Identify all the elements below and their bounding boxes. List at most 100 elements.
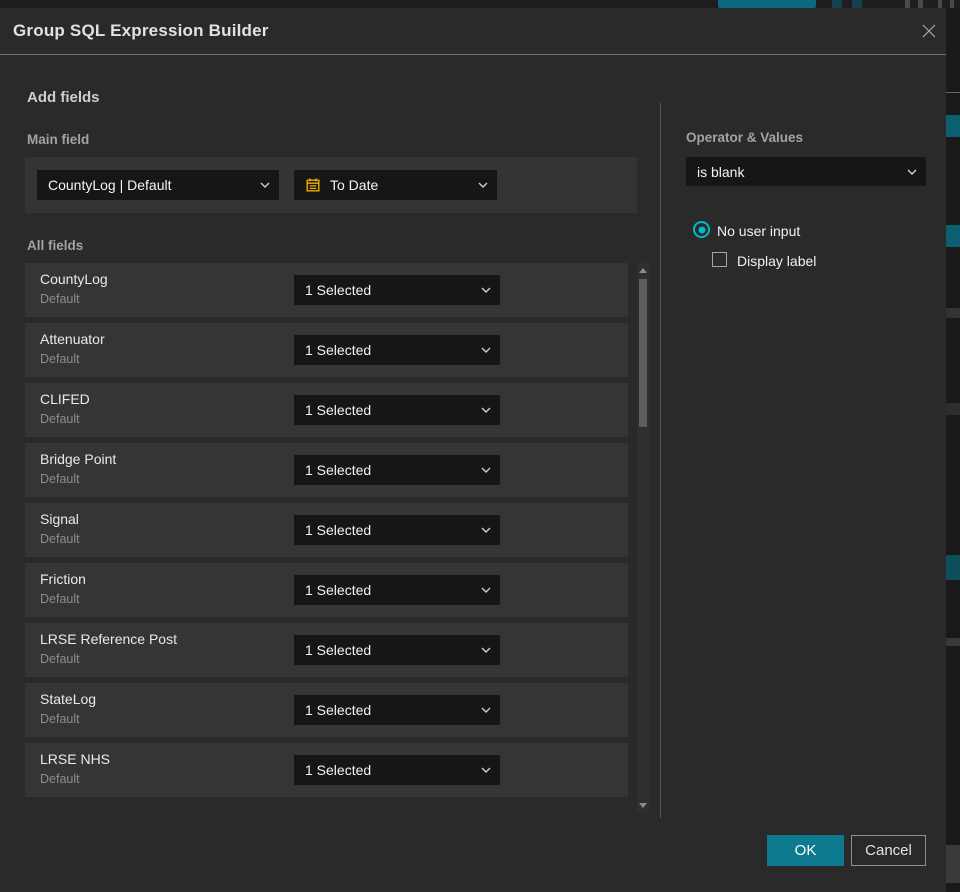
field-row: Attenuator Default 1 Selected	[25, 323, 628, 377]
field-selection-value: 1 Selected	[305, 462, 372, 478]
background-fragment	[946, 845, 960, 883]
chevron-down-icon	[481, 287, 491, 293]
background-fragment	[946, 92, 960, 93]
field-selection-value: 1 Selected	[305, 582, 372, 598]
background-icon-fragment	[852, 0, 862, 8]
field-type-select[interactable]: To Date	[294, 170, 497, 200]
operator-values-label: Operator & Values	[686, 130, 804, 145]
field-selection-value: 1 Selected	[305, 642, 372, 658]
screen: Live view Group SQL Expression Builder A	[0, 0, 960, 892]
field-selection-select[interactable]: 1 Selected	[294, 515, 500, 545]
field-row: Friction Default 1 Selected	[25, 563, 628, 617]
chevron-down-icon	[481, 407, 491, 413]
chevron-down-icon	[478, 182, 488, 188]
chevron-down-icon	[907, 169, 917, 175]
field-subtitle: Default	[40, 712, 80, 726]
live-view-label: Live view	[743, 0, 792, 3]
panel-divider	[660, 103, 661, 818]
add-fields-heading: Add fields	[27, 89, 100, 106]
group-sql-expression-builder-dialog: Group SQL Expression Builder Add fields …	[0, 8, 946, 892]
background-fragment	[946, 225, 960, 247]
field-row: CountyLog Default 1 Selected	[25, 263, 628, 317]
field-name: Friction	[40, 571, 86, 587]
display-label-label: Display label	[737, 253, 817, 269]
background-icon-fragment	[938, 0, 942, 8]
background-fragment	[946, 308, 960, 318]
chevron-down-icon	[260, 182, 270, 188]
field-subtitle: Default	[40, 352, 80, 366]
background-icon-fragment	[918, 0, 923, 8]
background-fragment	[946, 115, 960, 137]
dialog-title: Group SQL Expression Builder	[13, 21, 269, 40]
field-name: CountyLog	[40, 271, 108, 287]
field-selection-select[interactable]: 1 Selected	[294, 755, 500, 785]
field-selection-select[interactable]: 1 Selected	[294, 335, 500, 365]
background-icon-fragment	[950, 0, 954, 8]
field-row: StateLog Default 1 Selected	[25, 683, 628, 737]
cancel-button[interactable]: Cancel	[851, 835, 926, 866]
field-row: Bridge Point Default 1 Selected	[25, 443, 628, 497]
field-subtitle: Default	[40, 532, 80, 546]
field-subtitle: Default	[40, 652, 80, 666]
scroll-down-icon[interactable]	[639, 803, 647, 808]
field-subtitle: Default	[40, 472, 80, 486]
field-selection-value: 1 Selected	[305, 402, 372, 418]
field-row: Signal Default 1 Selected	[25, 503, 628, 557]
field-selection-select[interactable]: 1 Selected	[294, 575, 500, 605]
field-type-select-value: To Date	[330, 177, 379, 193]
chevron-down-icon	[481, 527, 491, 533]
field-row: CLIFED Default 1 Selected	[25, 383, 628, 437]
field-name: Attenuator	[40, 331, 105, 347]
field-row: LRSE Reference Post Default 1 Selected	[25, 623, 628, 677]
chevron-down-icon	[481, 647, 491, 653]
chevron-down-icon	[481, 707, 491, 713]
field-subtitle: Default	[40, 772, 80, 786]
field-row: LRSE NHS Default 1 Selected	[25, 743, 628, 797]
main-field-panel: CountyLog | Default To Date	[25, 157, 637, 213]
background-fragment	[946, 555, 960, 580]
main-field-select[interactable]: CountyLog | Default	[37, 170, 279, 200]
operator-select[interactable]: is blank	[686, 157, 926, 186]
background-icon-fragment	[832, 0, 842, 8]
field-name: StateLog	[40, 691, 97, 707]
field-selection-select[interactable]: 1 Selected	[294, 455, 500, 485]
field-selection-select[interactable]: 1 Selected	[294, 275, 500, 305]
calendar-icon	[306, 178, 320, 192]
no-user-input-label: No user input	[717, 223, 801, 239]
field-selection-value: 1 Selected	[305, 342, 372, 358]
background-icon-fragment	[905, 0, 910, 8]
radio-dot-icon	[698, 226, 705, 233]
chevron-down-icon	[481, 467, 491, 473]
field-selection-select[interactable]: 1 Selected	[294, 635, 500, 665]
scrollbar[interactable]	[637, 263, 649, 813]
ok-button[interactable]: OK	[767, 835, 844, 866]
background-fragment	[946, 403, 960, 415]
field-subtitle: Default	[40, 292, 80, 306]
scroll-up-icon[interactable]	[639, 268, 647, 273]
display-label-checkbox[interactable]	[712, 252, 727, 267]
field-name: LRSE Reference Post	[40, 631, 177, 647]
operator-select-value: is blank	[697, 163, 745, 180]
scrollbar-thumb[interactable]	[639, 279, 647, 427]
close-icon[interactable]	[920, 23, 938, 41]
field-subtitle: Default	[40, 412, 80, 426]
all-fields-list: CountyLog Default 1 Selected Attenuator …	[25, 263, 628, 803]
background-app-top: Live view	[0, 0, 960, 8]
no-user-input-radio[interactable]	[693, 221, 710, 238]
live-view-button: Live view	[718, 0, 816, 8]
field-subtitle: Default	[40, 592, 80, 606]
chevron-down-icon	[481, 587, 491, 593]
all-fields-label: All fields	[27, 238, 84, 253]
field-selection-value: 1 Selected	[305, 702, 372, 718]
field-name: LRSE NHS	[40, 751, 111, 767]
main-field-label: Main field	[27, 132, 90, 147]
chevron-down-icon	[481, 767, 491, 773]
field-name: CLIFED	[40, 391, 90, 407]
field-selection-value: 1 Selected	[305, 762, 372, 778]
field-selection-select[interactable]: 1 Selected	[294, 695, 500, 725]
field-name: Signal	[40, 511, 79, 527]
chevron-down-icon	[481, 347, 491, 353]
field-selection-select[interactable]: 1 Selected	[294, 395, 500, 425]
background-fragment	[946, 638, 960, 646]
background-app-right	[946, 8, 960, 892]
